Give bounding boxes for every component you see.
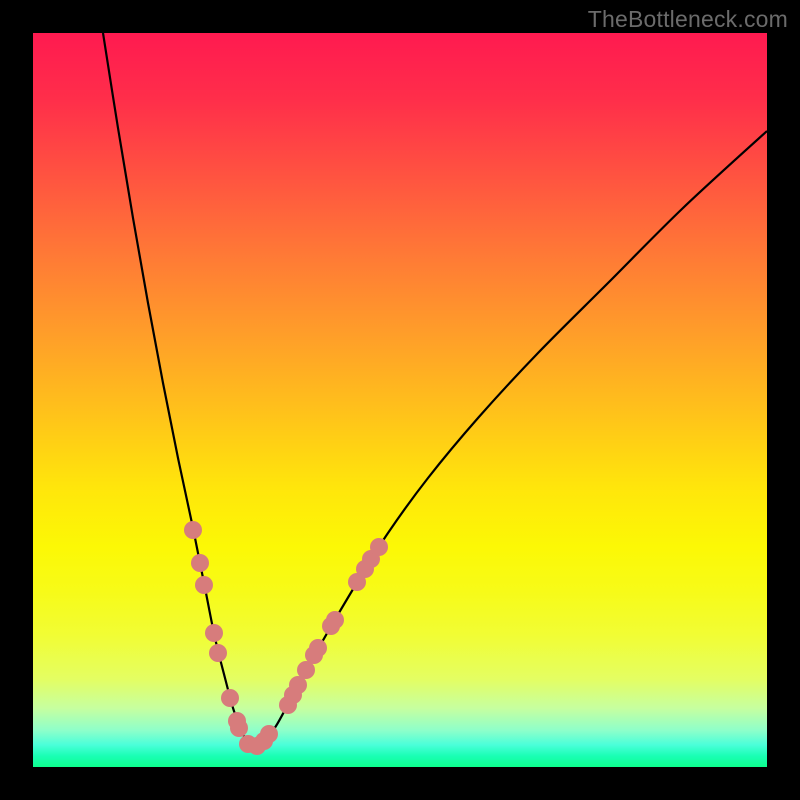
chart-frame: TheBottleneck.com [0, 0, 800, 800]
data-dot [309, 639, 327, 657]
watermark-text: TheBottleneck.com [588, 6, 788, 33]
bottleneck-curve [103, 33, 767, 747]
data-dot [230, 719, 248, 737]
data-dot [184, 521, 202, 539]
plot-area [33, 33, 767, 767]
data-dot [191, 554, 209, 572]
data-dot [370, 538, 388, 556]
data-dot [260, 725, 278, 743]
data-dot [205, 624, 223, 642]
curve-svg [33, 33, 767, 767]
data-dot [221, 689, 239, 707]
data-dot [209, 644, 227, 662]
data-dot [326, 611, 344, 629]
data-dot [195, 576, 213, 594]
